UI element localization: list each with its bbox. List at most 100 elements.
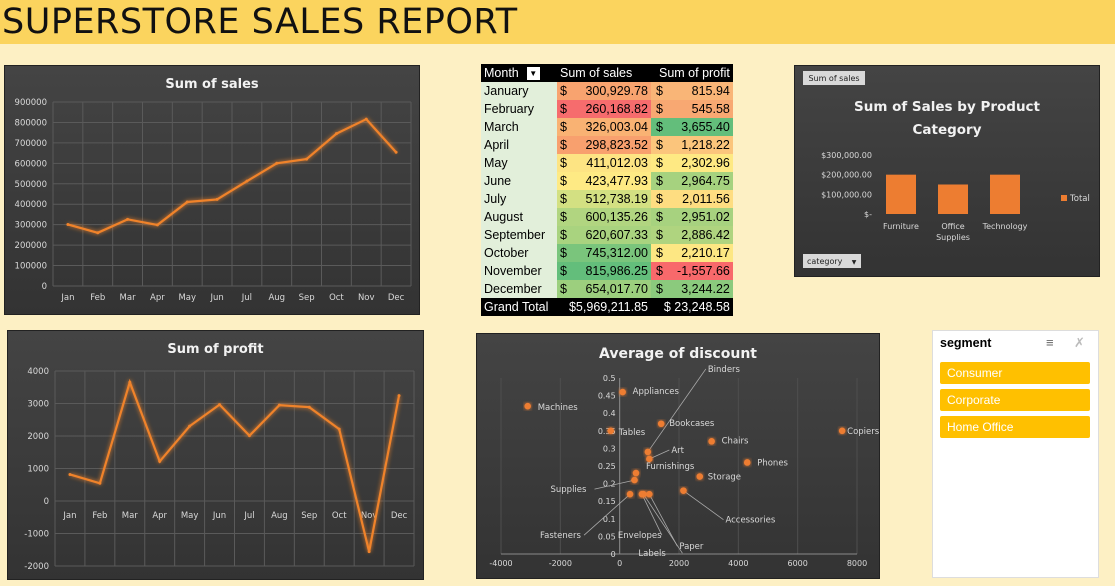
table-row[interactable]: February $260,168.82 $545.58 [481, 100, 733, 118]
data-point[interactable] [66, 222, 70, 226]
data-point[interactable] [277, 403, 281, 407]
bar[interactable] [938, 184, 968, 215]
y-tick-label: 0.4 [603, 409, 616, 418]
multi-select-icon[interactable]: ≡ [1046, 335, 1054, 350]
table-row[interactable]: September $620,607.33 $2,886.42 [481, 226, 733, 244]
profit-cell: $2,964.75 [651, 172, 733, 190]
sales-cell: $620,607.33 [557, 226, 651, 244]
filter-dropdown-icon[interactable]: ▼ [526, 67, 540, 81]
data-point[interactable] [98, 481, 102, 485]
data-point[interactable] [337, 427, 341, 431]
data-point[interactable] [155, 223, 159, 227]
point-label: Art [671, 446, 684, 456]
table-row[interactable]: January $300,929.78 $815.94 [481, 82, 733, 100]
scatter-point[interactable] [626, 490, 634, 498]
data-point[interactable] [215, 197, 219, 201]
currency-symbol: $ [560, 264, 567, 278]
month-cell: May [481, 154, 557, 172]
slicer-item-consumer[interactable]: Consumer [940, 362, 1090, 384]
sales-cell: $512,738.19 [557, 190, 651, 208]
scatter-point[interactable] [657, 420, 665, 428]
grand-total-row[interactable]: Grand Total $5,969,211.85 $ 23,248.58 [481, 298, 733, 316]
table-row[interactable]: May $411,012.03 $2,302.96 [481, 154, 733, 172]
table-row[interactable]: July $512,738.19 $2,011.56 [481, 190, 733, 208]
data-point[interactable] [185, 200, 189, 204]
x-tick-label: Apr [152, 511, 167, 521]
sales-line-chart-panel[interactable]: Sum of sales 0 100000 200000 300000 400000 500… [4, 65, 420, 315]
data-point[interactable] [247, 434, 251, 438]
currency-symbol: $ [560, 120, 567, 134]
scatter-point[interactable] [607, 427, 615, 435]
table-row[interactable]: August $600,135.26 $2,951.02 [481, 208, 733, 226]
y-tick-label: 0.2 [603, 480, 616, 489]
sales-pivot-table[interactable]: Month ▼ Sum of sales Sum of profit Januar… [481, 64, 733, 316]
data-point[interactable] [305, 157, 309, 161]
data-point[interactable] [334, 132, 338, 136]
data-point[interactable] [364, 117, 368, 121]
scatter-point[interactable] [708, 438, 715, 445]
month-cell: March [481, 118, 557, 136]
currency-symbol: $ [560, 174, 567, 188]
data-point[interactable] [394, 150, 398, 154]
point-label: Storage [708, 473, 741, 483]
data-point[interactable] [126, 217, 130, 221]
segment-slicer[interactable]: segment ≡ ✗ Consumer Corporate Home Offi… [932, 330, 1099, 578]
data-point[interactable] [188, 424, 192, 428]
data-point[interactable] [307, 405, 311, 409]
bar[interactable] [990, 174, 1020, 214]
profit-cell: $3,655.40 [651, 118, 733, 136]
table-row[interactable]: October $745,312.00 $2,210.17 [481, 244, 733, 262]
bar[interactable] [886, 174, 916, 214]
category-bar-chart-panel[interactable]: Sum of sales Sum of Sales by Product Categ… [794, 65, 1100, 277]
scatter-point[interactable] [838, 427, 846, 435]
table-row[interactable]: June $423,477.93 $2,964.75 [481, 172, 733, 190]
scatter-point[interactable] [646, 490, 653, 498]
slicer-title: segment [940, 336, 992, 350]
scatter-point[interactable] [640, 490, 647, 498]
clear-filter-icon[interactable]: ✗ [1074, 335, 1085, 351]
data-point[interactable] [96, 231, 100, 235]
table-row[interactable]: November $815,986.25 $ -1,557.66 [481, 262, 733, 280]
x-tick-label: Mar [122, 511, 139, 521]
data-point[interactable] [68, 472, 72, 476]
currency-symbol: $ [560, 282, 567, 296]
data-point[interactable] [158, 459, 162, 463]
profit-value: 2,964.75 [681, 174, 730, 188]
x-tick-label: Office [941, 222, 964, 231]
scatter-point[interactable] [696, 473, 704, 480]
sales-cell: $326,003.04 [557, 118, 651, 136]
currency-symbol: $ [656, 246, 663, 260]
chart-title: Sum of profit [167, 342, 263, 357]
scatter-point[interactable] [619, 388, 626, 396]
scatter-point[interactable] [680, 487, 687, 494]
data-point[interactable] [218, 403, 222, 407]
month-header[interactable]: Month ▼ [481, 64, 557, 82]
table-row[interactable]: December $654,017.70 $3,244.22 [481, 280, 733, 298]
y-tick-label: 500000 [15, 180, 47, 190]
scatter-point[interactable] [524, 402, 531, 410]
profit-line-chart-panel[interactable]: Sum of profit -2000 -1000 0 1000 2000 3000 4000… [7, 330, 424, 580]
table-row[interactable]: March $326,003.04 $3,655.40 [481, 118, 733, 136]
scatter-point[interactable] [644, 448, 652, 456]
table-row[interactable]: April $298,823.52 $1,218.22 [481, 136, 733, 154]
x-tick-label: Aug [271, 511, 288, 521]
discount-scatter-chart-panel[interactable]: Average of discount -4000 -2000 0 2000 4000 60… [476, 333, 880, 579]
slicer-item-home-office[interactable]: Home Office [940, 416, 1090, 438]
data-point[interactable] [128, 380, 132, 384]
data-point[interactable] [367, 550, 371, 554]
profit-value: 3,655.40 [681, 120, 730, 134]
x-tick-label: Jan [60, 293, 74, 303]
data-point[interactable] [275, 161, 279, 165]
scatter-point[interactable] [632, 469, 640, 477]
point-label: Tables [618, 428, 646, 438]
x-tick-label: Technology [982, 222, 1028, 231]
slicer-item-corporate[interactable]: Corporate [940, 389, 1090, 411]
scatter-point[interactable] [743, 459, 751, 466]
data-point[interactable] [397, 394, 401, 398]
profit-line-chart: Sum of profit -2000 -1000 0 1000 2000 3000 4000… [24, 342, 415, 572]
x-tick-label: Sep [299, 293, 315, 303]
currency-symbol: $ [656, 264, 663, 278]
scatter-point[interactable] [631, 476, 638, 484]
currency-symbol: $ [560, 84, 567, 98]
data-point[interactable] [245, 179, 249, 183]
